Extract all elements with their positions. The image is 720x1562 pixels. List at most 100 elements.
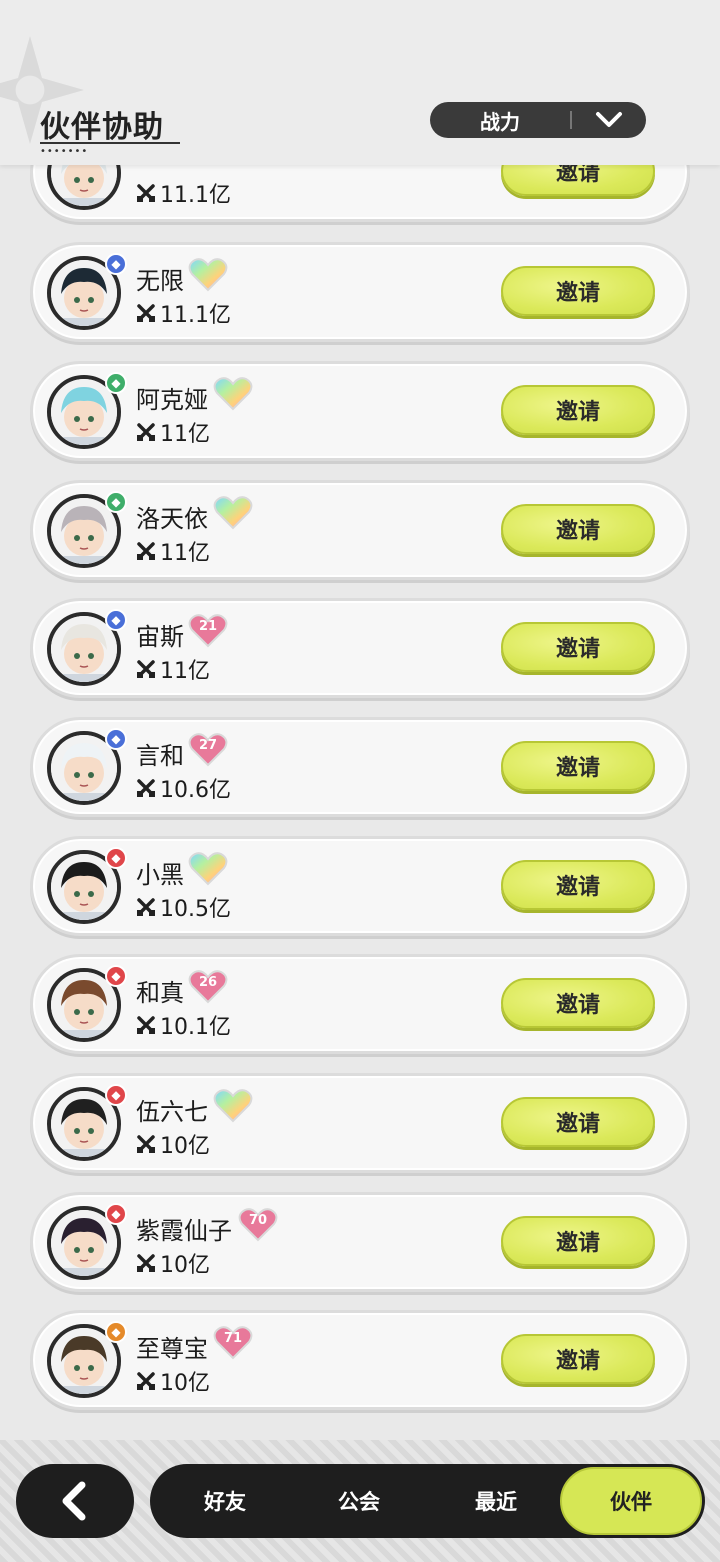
partner-name: 伍六七 (136, 1098, 208, 1126)
affinity-level: 70 (248, 1213, 268, 1228)
partner-name: 至尊宝 (136, 1335, 208, 1363)
element-badge-icon: ◆ (105, 372, 127, 394)
power-value: 10亿 (160, 1253, 210, 1278)
partner-card: ◆ 无限 11.1亿 邀请 (30, 242, 690, 342)
chevron-down-icon[interactable] (572, 111, 646, 129)
element-badge-icon: ◆ (105, 609, 127, 631)
partner-card: ◆ 伍六七 10亿 邀请 (30, 1073, 690, 1173)
tab-guild[interactable]: 公会 (288, 1464, 430, 1538)
invite-label: 邀请 (555, 400, 600, 425)
power-row: 11.1亿 (136, 177, 231, 209)
element-badge-icon: ◆ (105, 847, 127, 869)
partner-card: ◆ 和真 10.1亿 邀请 26 (30, 954, 690, 1054)
invite-label: 邀请 (555, 637, 600, 662)
power-value: 10.6亿 (160, 778, 231, 803)
element-badge-icon: ◆ (105, 1321, 127, 1343)
affinity-level: 27 (198, 738, 218, 753)
tab-partners[interactable]: 伙伴 (560, 1467, 702, 1535)
tab-friends[interactable]: 好友 (150, 1464, 300, 1538)
power-row: 11亿 (136, 535, 210, 567)
power-row: 11亿 (136, 653, 210, 685)
partner-card: ◆ 紫霞仙子 10亿 邀请 70 (30, 1192, 690, 1292)
crossed-swords-icon (137, 1016, 155, 1034)
header: 伙伴协助 ••••••• 战力 (0, 0, 720, 165)
rainbow-heart-icon (188, 257, 228, 293)
invite-button[interactable]: 邀请 (501, 978, 655, 1028)
invite-button[interactable]: 邀请 (501, 741, 655, 791)
invite-label: 邀请 (555, 1112, 600, 1137)
tab-bar: 好友 公会 最近 伙伴 (150, 1464, 705, 1538)
power-row: 11亿 (136, 416, 210, 448)
invite-label: 邀请 (555, 281, 600, 306)
invite-button[interactable]: 邀请 (501, 504, 655, 554)
element-badge-icon: ◆ (105, 965, 127, 987)
partner-card: ◆ 小黑 10.5亿 邀请 (30, 836, 690, 936)
title-underline (40, 142, 180, 144)
element-badge-icon: ◆ (105, 728, 127, 750)
partner-name: 宙斯 (136, 623, 184, 651)
crossed-swords-icon (137, 1135, 155, 1153)
partner-card: ◆ 至尊宝 10亿 邀请 71 (30, 1310, 690, 1410)
rainbow-heart-icon (213, 495, 253, 531)
partner-name: 洛天依 (136, 505, 208, 533)
invite-button[interactable]: 邀请 (501, 385, 655, 435)
partner-name: 无限 (136, 267, 184, 295)
crossed-swords-icon (137, 1372, 155, 1390)
affinity-heart-icon: 21 (188, 613, 228, 649)
bottom-nav: 好友 公会 最近 伙伴 (0, 1440, 720, 1562)
crossed-swords-icon (137, 184, 155, 202)
affinity-level: 21 (198, 619, 218, 634)
tab-label: 最近 (475, 1490, 517, 1514)
tab-recent[interactable]: 最近 (426, 1464, 566, 1538)
power-value: 10亿 (160, 1134, 210, 1159)
rainbow-heart-icon (188, 851, 228, 887)
invite-button[interactable]: 邀请 (501, 860, 655, 910)
element-badge-icon: ◆ (105, 1203, 127, 1225)
partner-name: 小黑 (136, 861, 184, 889)
back-button[interactable] (16, 1464, 134, 1538)
invite-button[interactable]: 邀请 (501, 622, 655, 672)
invite-button[interactable]: 邀请 (501, 1334, 655, 1384)
invite-button[interactable]: 邀请 (501, 266, 655, 316)
affinity-level: 26 (198, 975, 218, 990)
partner-card: ◆ 宙斯 11亿 邀请 21 (30, 598, 690, 698)
page-title: 伙伴协助 (40, 110, 164, 145)
element-badge-icon: ◆ (105, 1084, 127, 1106)
rainbow-heart-icon (213, 376, 253, 412)
affinity-heart-icon: 26 (188, 969, 228, 1005)
power-value: 10.5亿 (160, 897, 231, 922)
power-row: 10.5亿 (136, 891, 231, 923)
crossed-swords-icon (137, 779, 155, 797)
affinity-heart-icon: 70 (238, 1207, 278, 1243)
partner-name: 紫霞仙子 (136, 1217, 232, 1245)
power-value: 11亿 (160, 541, 210, 566)
crossed-swords-icon (137, 423, 155, 441)
power-value: 10.1亿 (160, 1015, 231, 1040)
title-dots: ••••••• (40, 146, 89, 157)
crossed-swords-icon (137, 898, 155, 916)
partner-list[interactable]: ◆ 11.1亿 邀请 ◆ 无限 (0, 0, 720, 1440)
power-row: 10亿 (136, 1128, 210, 1160)
invite-button[interactable]: 邀请 (501, 1216, 655, 1266)
invite-label: 邀请 (555, 875, 600, 900)
power-value: 10亿 (160, 1371, 210, 1396)
tab-label: 好友 (204, 1490, 246, 1514)
element-badge-icon: ◆ (105, 491, 127, 513)
crossed-swords-icon (137, 660, 155, 678)
sort-selected-value: 战力 (480, 109, 520, 134)
chevron-left-icon (62, 1481, 86, 1521)
partner-name: 言和 (136, 742, 184, 770)
crossed-swords-icon (137, 542, 155, 560)
rainbow-heart-icon (213, 1088, 253, 1124)
power-value: 11亿 (160, 659, 210, 684)
power-row: 10亿 (136, 1365, 210, 1397)
crossed-swords-icon (137, 1254, 155, 1272)
power-row: 11.1亿 (136, 297, 231, 329)
power-value: 11.1亿 (160, 303, 231, 328)
crossed-swords-icon (137, 304, 155, 322)
sort-dropdown[interactable]: 战力 (430, 102, 646, 138)
tab-label: 伙伴 (610, 1490, 652, 1514)
affinity-heart-icon: 27 (188, 732, 228, 768)
invite-button[interactable]: 邀请 (501, 1097, 655, 1147)
tab-label: 公会 (338, 1490, 380, 1514)
